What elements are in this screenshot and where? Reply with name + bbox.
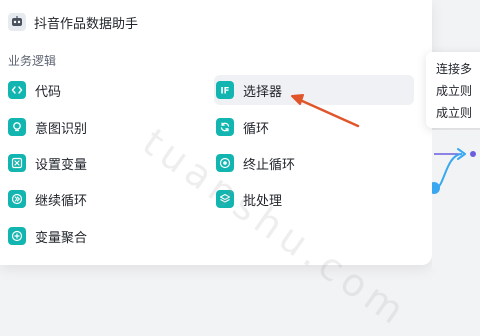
node-item-label: 意图识别 [35,121,88,137]
tooltip-line: 连接多 [436,62,473,76]
stop-loop-icon [216,154,234,172]
node-picker-panel: 抖音作品数据助手 业务逻辑 代码 意图识别 设置变量 继续循环 变量聚合 IF … [0,0,432,265]
node-item-label: 批处理 [243,193,283,209]
robot-avatar-icon [8,13,26,31]
node-item-label: 继续循环 [35,193,88,209]
node-item-intent[interactable]: 意图识别 [6,112,206,142]
node-item-label: 变量聚合 [35,230,88,246]
variable-icon [8,154,26,172]
if-icon: IF [216,81,234,99]
node-item-label: 循环 [243,121,270,137]
output-port[interactable] [470,151,476,157]
loop-icon [216,118,234,136]
section-title: 业务逻辑 [8,54,57,68]
lightbulb-icon [8,118,26,136]
node-item-selector[interactable]: IF 选择器 [214,75,414,105]
workflow-canvas-fragment [432,130,480,269]
panel-header: 抖音作品数据助手 [8,10,138,34]
node-item-label: 设置变量 [35,157,88,173]
tooltip-line: 成立则 [436,84,473,98]
aggregate-icon [8,227,26,245]
node-item-label: 代码 [35,84,62,100]
node-item-batch[interactable]: 批处理 [214,184,414,214]
node-item-loop[interactable]: 循环 [214,112,414,142]
continue-icon [8,190,26,208]
bot-name: 抖音作品数据助手 [34,16,139,32]
node-item-label: 选择器 [243,84,283,100]
code-icon [8,81,26,99]
svg-text:IF: IF [221,87,230,97]
node-item-set-variable[interactable]: 设置变量 [6,148,206,178]
node-item-variable-aggregate[interactable]: 变量聚合 [6,221,206,251]
batch-icon [216,190,234,208]
node-item-stop-loop[interactable]: 终止循环 [214,148,414,178]
selector-tooltip: 连接多 成立则 成立则 [426,52,480,128]
node-item-label: 终止循环 [243,157,296,173]
node-item-continue-loop[interactable]: 继续循环 [6,184,206,214]
node-item-code[interactable]: 代码 [6,75,206,105]
tooltip-line: 成立则 [436,106,473,120]
